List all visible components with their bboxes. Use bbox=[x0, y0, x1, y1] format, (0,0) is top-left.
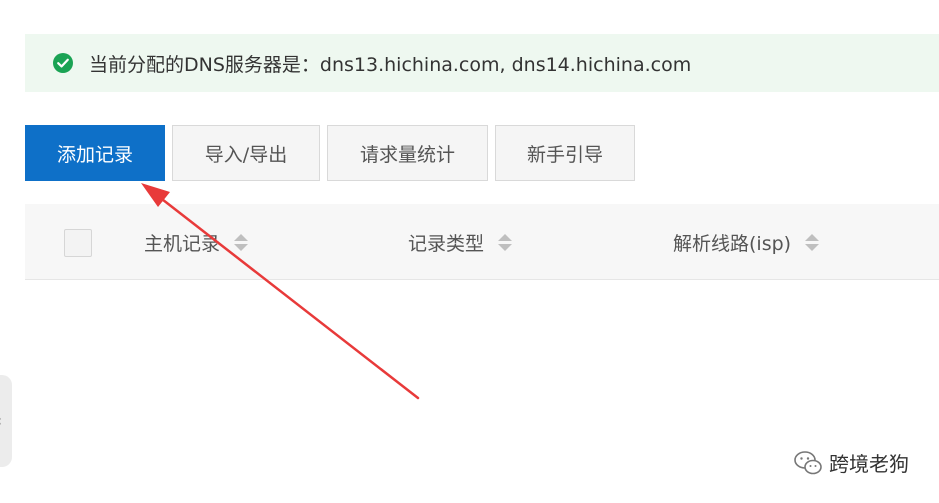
import-export-button[interactable]: 导入/导出 bbox=[172, 125, 320, 181]
records-table-header: 主机记录 记录类型 解析线路(isp) bbox=[25, 204, 939, 280]
wechat-icon bbox=[794, 450, 822, 474]
request-stats-button[interactable]: 请求量统计 bbox=[327, 125, 488, 181]
column-host-record[interactable]: 主机记录 bbox=[144, 204, 249, 280]
sort-icon[interactable] bbox=[805, 233, 820, 251]
beginner-guide-button[interactable]: 新手引导 bbox=[495, 125, 635, 181]
sort-icon[interactable] bbox=[498, 233, 513, 251]
wechat-watermark: 跨境老狗 bbox=[793, 448, 909, 477]
select-all-checkbox[interactable] bbox=[64, 229, 92, 257]
check-circle-icon bbox=[53, 53, 73, 73]
add-record-button[interactable]: 添加记录 bbox=[25, 125, 165, 181]
watermark-text: 跨境老狗 bbox=[829, 452, 909, 476]
column-resolve-line-label: 解析线路(isp) bbox=[673, 232, 792, 255]
sort-icon[interactable] bbox=[234, 233, 249, 251]
page-title-cropped: · · · bbox=[300, 0, 380, 6]
chevron-left-icon: ‹ bbox=[0, 411, 2, 430]
column-host-record-label: 主机记录 bbox=[144, 232, 221, 255]
column-resolve-line[interactable]: 解析线路(isp) bbox=[673, 204, 820, 280]
dns-server-notice: 当前分配的DNS服务器是：dns13.hichina.com, dns14.hi… bbox=[25, 34, 939, 92]
column-record-type-label: 记录类型 bbox=[408, 232, 485, 255]
dns-server-text: 当前分配的DNS服务器是：dns13.hichina.com, dns14.hi… bbox=[89, 53, 692, 76]
column-record-type[interactable]: 记录类型 bbox=[408, 204, 513, 280]
side-collapse-tab[interactable]: ‹ bbox=[0, 375, 12, 467]
